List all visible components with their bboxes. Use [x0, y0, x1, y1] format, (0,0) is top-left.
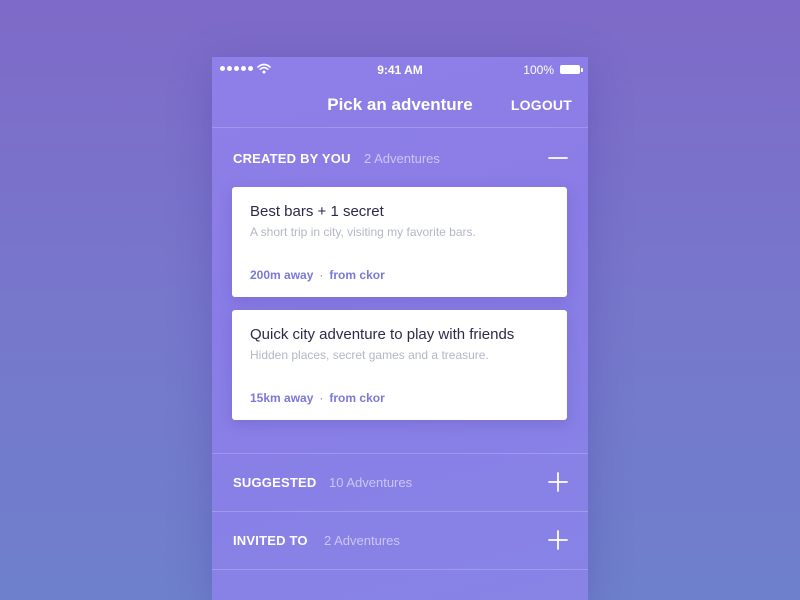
meta-separator: ·	[319, 268, 324, 282]
card-title: Best bars + 1 secret	[250, 203, 384, 220]
section-label: CREATED BY YOU	[233, 151, 351, 166]
adventure-card[interactable]: Quick city adventure to play with friend…	[232, 310, 567, 420]
card-meta: 15km away · from ckor	[250, 391, 385, 405]
section-invited-to[interactable]: INVITED TO 2 Adventures	[212, 512, 588, 570]
card-author: from ckor	[329, 391, 385, 405]
battery-percentage: 100%	[523, 63, 554, 77]
section-label: INVITED TO	[233, 533, 308, 548]
section-count: 10 Adventures	[329, 475, 413, 490]
card-author: from ckor	[329, 268, 385, 282]
section-suggested[interactable]: SUGGESTED 10 Adventures	[212, 454, 588, 512]
minus-icon[interactable]	[548, 148, 568, 168]
adventure-card[interactable]: Best bars + 1 secret A short trip in cit…	[232, 187, 567, 297]
section-count: 2 Adventures	[364, 151, 440, 166]
card-title: Quick city adventure to play with friend…	[250, 326, 515, 343]
section-created-by-you[interactable]: CREATED BY YOU 2 Adventures	[212, 128, 588, 186]
card-distance: 15km away	[250, 391, 314, 405]
logout-button[interactable]: LOGOUT	[511, 97, 572, 113]
battery-icon	[560, 65, 583, 74]
plus-icon[interactable]	[548, 472, 568, 492]
card-description: A short trip in city, visiting my favori…	[250, 225, 476, 239]
section-label: SUGGESTED	[233, 475, 317, 490]
phone-screen: 9:41 AM 100% Pick an adventure LOGOUT CR…	[212, 57, 588, 600]
status-bar: 9:41 AM 100%	[212, 57, 588, 83]
section-count: 2 Adventures	[324, 533, 400, 548]
meta-separator: ·	[319, 391, 324, 405]
card-distance: 200m away	[250, 268, 314, 282]
plus-icon[interactable]	[548, 530, 568, 550]
card-description: Hidden places, secret games and a treasu…	[250, 348, 489, 362]
nav-bar: Pick an adventure LOGOUT	[212, 83, 588, 128]
card-meta: 200m away · from ckor	[250, 268, 385, 282]
section-divider	[212, 569, 588, 570]
